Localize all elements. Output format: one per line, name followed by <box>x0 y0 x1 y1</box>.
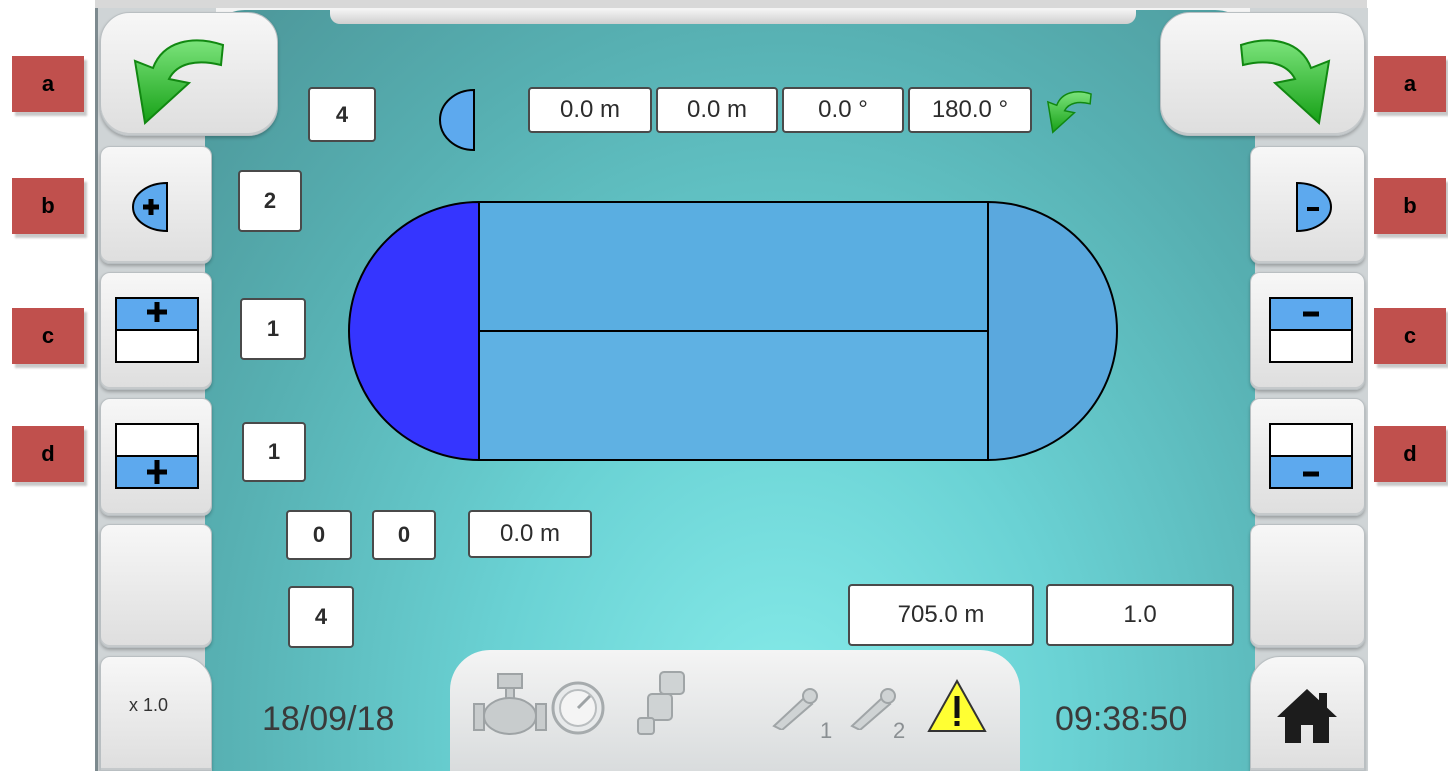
date-display: 18/09/18 <box>262 700 395 738</box>
right-end-half <box>987 200 1118 462</box>
count-d: 1 <box>242 422 306 482</box>
remove-upper-half-button[interactable] <box>1250 272 1365 390</box>
label-right-a: a <box>1374 56 1446 112</box>
remove-lower-half-button[interactable] <box>1250 398 1365 516</box>
upper-half-minus-icon <box>1269 297 1353 363</box>
left-end-half <box>348 200 480 462</box>
pair-left-count: 0 <box>286 510 352 560</box>
count-top: 4 <box>308 87 376 142</box>
sensor-2-label: 2 <box>893 718 906 743</box>
sensor-1-icon <box>772 688 818 730</box>
half-circle-minus-icon <box>1296 181 1332 233</box>
time-display: 09:38:50 <box>1055 700 1188 738</box>
top-tab <box>330 10 1136 24</box>
zoom-label: x 1.0 <box>129 695 169 715</box>
label-left-d: d <box>12 426 84 482</box>
label-left-c: c <box>12 308 84 364</box>
x-value-field: 0.0 m <box>528 87 652 133</box>
upper-half-field <box>478 201 989 332</box>
upper-half-plus-icon <box>115 297 199 363</box>
half-circle-plus-icon <box>132 181 168 233</box>
angle2-field: 180.0 ° <box>908 87 1032 133</box>
label-left-a: a <box>12 56 84 112</box>
field-diagram <box>348 200 1118 462</box>
left-empty-button[interactable] <box>100 524 212 648</box>
rotate-left-button[interactable] <box>100 12 278 136</box>
rotate-right-button[interactable] <box>1160 12 1365 136</box>
zoom-button[interactable]: x 1.0 <box>100 656 212 771</box>
home-icon <box>1277 689 1337 743</box>
label-right-c: c <box>1374 308 1446 364</box>
label-right-d: d <box>1374 426 1446 482</box>
count-b: 2 <box>238 170 302 232</box>
pair-right-count: 0 <box>372 510 436 560</box>
rotate-left-small-icon <box>1046 91 1092 134</box>
sensor-2-icon <box>850 688 896 730</box>
warning-icon[interactable] <box>926 678 988 734</box>
count-bottom: 4 <box>288 586 354 648</box>
rotate-right-arrow-icon <box>1239 39 1331 125</box>
lower-half-plus-icon <box>115 423 199 489</box>
home-button[interactable] <box>1250 656 1365 771</box>
valve-icon <box>473 673 547 735</box>
gauge-icon <box>551 681 605 735</box>
add-half-left-button[interactable] <box>100 146 212 264</box>
label-right-b: b <box>1374 178 1446 234</box>
lower-half-field <box>478 330 989 461</box>
factor-field: 1.0 <box>1046 584 1234 646</box>
sensor-1-label: 1 <box>820 718 833 743</box>
lower-half-minus-icon <box>1269 423 1353 489</box>
add-upper-half-button[interactable] <box>100 272 212 390</box>
count-c: 1 <box>240 298 306 360</box>
pump-icon <box>637 671 685 735</box>
angle1-field: 0.0 ° <box>782 87 904 133</box>
offset-field: 0.0 m <box>468 510 592 558</box>
right-empty-button[interactable] <box>1250 524 1365 648</box>
y-value-field: 0.0 m <box>656 87 778 133</box>
label-left-b: b <box>12 178 84 234</box>
add-lower-half-button[interactable] <box>100 398 212 516</box>
distance-field: 705.0 m <box>848 584 1034 646</box>
half-circle-indicator-icon <box>439 88 475 152</box>
rotate-left-arrow-icon <box>133 39 225 125</box>
remove-half-right-button[interactable] <box>1250 146 1365 264</box>
